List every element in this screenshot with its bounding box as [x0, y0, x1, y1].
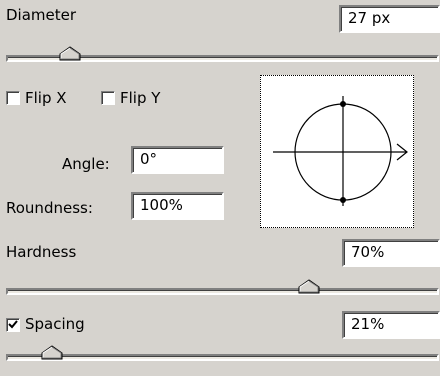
hardness-input[interactable]: 70% — [342, 239, 440, 267]
diameter-label: Diameter — [6, 6, 77, 24]
angle-input[interactable]: 0° — [131, 146, 224, 174]
roundness-input[interactable]: 100% — [131, 192, 224, 220]
diameter-input[interactable]: 27 px — [339, 5, 440, 33]
brush-tip-preview-icon — [273, 96, 408, 206]
spacing-slider-thumb[interactable] — [41, 345, 63, 361]
angle-label: Angle: — [62, 155, 110, 173]
diameter-slider-thumb[interactable] — [59, 46, 81, 62]
hardness-slider-track[interactable] — [6, 288, 439, 295]
flip-x-label[interactable]: Flip X — [25, 89, 67, 107]
flip-y-label[interactable]: Flip Y — [120, 89, 160, 107]
spacing-label[interactable]: Spacing — [25, 315, 85, 333]
hardness-slider-thumb[interactable] — [298, 279, 320, 295]
spacing-slider-track[interactable] — [6, 354, 439, 361]
checkmark-icon — [8, 320, 18, 329]
flip-y-checkbox[interactable] — [101, 91, 115, 105]
spacing-checkbox[interactable] — [6, 318, 20, 332]
spacing-input[interactable]: 21% — [342, 311, 440, 339]
flip-x-checkbox[interactable] — [6, 91, 20, 105]
hardness-label: Hardness — [6, 243, 77, 261]
roundness-label: Roundness: — [6, 199, 93, 217]
brush-tip-preview[interactable] — [260, 75, 414, 228]
